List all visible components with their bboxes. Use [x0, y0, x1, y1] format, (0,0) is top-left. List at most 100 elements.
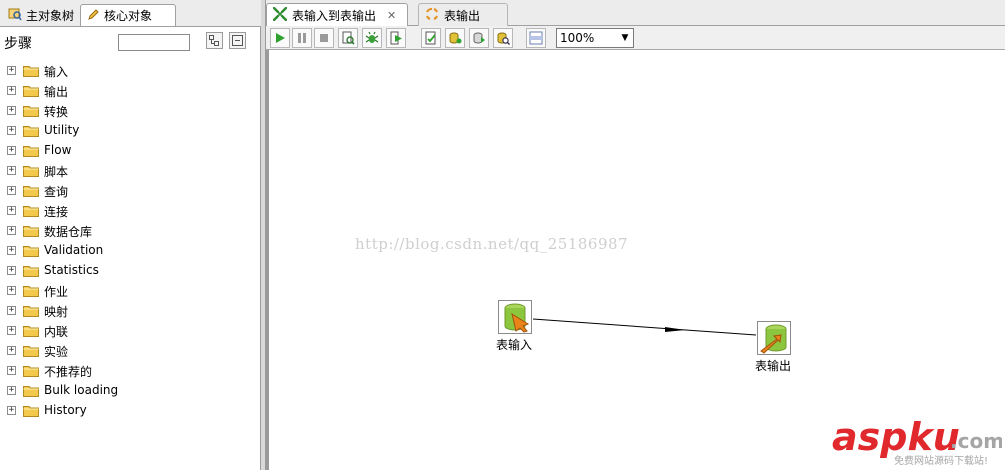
tree-item[interactable]: + Statistics: [0, 261, 260, 281]
expand-icon[interactable]: +: [7, 206, 16, 215]
verify-icon: [425, 31, 436, 45]
tree-item-label: Statistics: [44, 263, 99, 277]
folder-icon: [23, 284, 39, 300]
close-icon[interactable]: ✕: [387, 9, 396, 22]
editor-toolbar: 100% ▼: [266, 26, 1005, 50]
expand-icon[interactable]: +: [7, 326, 16, 335]
expand-icon[interactable]: +: [7, 86, 16, 95]
pause-icon: [298, 33, 306, 43]
expand-icon[interactable]: +: [7, 106, 16, 115]
tab-label: 核心对象: [104, 9, 153, 23]
tree-item-label: 脚本: [44, 165, 69, 179]
expand-icon[interactable]: +: [7, 246, 16, 255]
folder-icon: [23, 364, 39, 380]
tree-item[interactable]: + Flow: [0, 141, 260, 161]
tree-item[interactable]: + Bulk loading: [0, 381, 260, 401]
left-tab-bar: 主对象树 核心对象: [0, 0, 261, 27]
folder-icon: [23, 124, 39, 140]
folder-icon: [23, 404, 39, 420]
job-icon: [425, 7, 439, 24]
expand-icon[interactable]: +: [7, 226, 16, 235]
collapse-all-icon: [232, 35, 243, 46]
tree-item[interactable]: + 数据仓库: [0, 221, 260, 241]
tree-item-label: 转换: [44, 105, 69, 119]
expand-icon[interactable]: +: [7, 306, 16, 315]
logo-tagline: 免费网站源码下载站!: [894, 454, 988, 467]
folder-icon: [23, 84, 39, 100]
tree-item-label: Validation: [44, 243, 104, 257]
steps-search-input[interactable]: [118, 34, 190, 51]
steps-tree: + 输入 + 输出 + 转换 + Utility + Flow + 脚本 + 查询 + 连接 + 数据仓库 + Val…: [0, 61, 260, 421]
tree-item-label: 实验: [44, 345, 69, 359]
step-table-output[interactable]: [757, 321, 791, 355]
explore-db-button[interactable]: [493, 28, 513, 48]
expand-icon[interactable]: +: [7, 386, 16, 395]
expand-icon[interactable]: +: [7, 146, 16, 155]
expand-icon[interactable]: +: [7, 66, 16, 75]
debug-button[interactable]: [362, 28, 382, 48]
tree-item-label: 输出: [44, 85, 69, 99]
tree-item-label: 作业: [44, 285, 69, 299]
tab-label: 表输入到表输出: [292, 8, 377, 23]
expand-all-button[interactable]: [206, 32, 223, 49]
tree-item-label: 不推荐的: [44, 365, 93, 379]
transformation-canvas[interactable]: http://blog.csdn.net/qq_25186987 表输入 表输出: [266, 50, 1005, 470]
run-button[interactable]: [270, 28, 290, 48]
verify-button[interactable]: [421, 28, 441, 48]
stop-button[interactable]: [314, 28, 334, 48]
folder-icon: [23, 144, 39, 160]
tab-label: 主对象树: [26, 8, 75, 23]
explore-db-icon: [497, 32, 510, 45]
expand-icon[interactable]: +: [7, 266, 16, 275]
expand-icon[interactable]: +: [7, 126, 16, 135]
tree-item[interactable]: + 输出: [0, 81, 260, 101]
expand-icon[interactable]: +: [7, 366, 16, 375]
hop-layer: [532, 318, 757, 336]
step-table-input[interactable]: [498, 300, 532, 334]
tab-job[interactable]: 表输出: [418, 3, 508, 26]
zoom-select[interactable]: 100% ▼: [556, 28, 634, 48]
tree-item-label: 连接: [44, 205, 69, 219]
expand-icon[interactable]: +: [7, 166, 16, 175]
tab-transformation[interactable]: 表输入到表输出 ✕: [266, 3, 408, 26]
tree-item[interactable]: + 连接: [0, 201, 260, 221]
folder-icon: [23, 184, 39, 200]
expand-icon[interactable]: +: [7, 346, 16, 355]
folder-icon: [23, 64, 39, 80]
sql-button[interactable]: [469, 28, 489, 48]
tree-item[interactable]: + 映射: [0, 301, 260, 321]
folder-icon: [23, 324, 39, 340]
tree-item[interactable]: + 实验: [0, 341, 260, 361]
tree-item[interactable]: + 不推荐的: [0, 361, 260, 381]
expand-icon[interactable]: +: [7, 406, 16, 415]
run-icon: [276, 33, 285, 43]
tree-item[interactable]: + Validation: [0, 241, 260, 261]
tree-item[interactable]: + 查询: [0, 181, 260, 201]
impact-button[interactable]: [445, 28, 465, 48]
expand-icon[interactable]: +: [7, 286, 16, 295]
tab-label: 表输出: [444, 8, 481, 23]
table-output-icon: [757, 321, 791, 355]
expand-icon[interactable]: +: [7, 186, 16, 195]
tab-main-object-tree[interactable]: 主对象树: [2, 4, 80, 26]
tab-core-objects[interactable]: 核心对象: [80, 4, 176, 26]
replay-button[interactable]: [386, 28, 406, 48]
tree-item[interactable]: + 作业: [0, 281, 260, 301]
left-panel: 主对象树 核心对象 步骤 + 输入 + 输出 + 转换 + Utility + Flow + 脚本 + 查…: [0, 0, 261, 470]
preview-button[interactable]: [338, 28, 358, 48]
tree-item[interactable]: + History: [0, 401, 260, 421]
tree-item[interactable]: + 转换: [0, 101, 260, 121]
tree-item[interactable]: + 输入: [0, 61, 260, 81]
tree-item[interactable]: + Utility: [0, 121, 260, 141]
show-grid-button[interactable]: [526, 28, 546, 48]
stop-icon: [320, 34, 328, 42]
folder-icon: [23, 204, 39, 220]
step-label: 表输入: [496, 338, 533, 352]
folder-icon: [23, 244, 39, 260]
pause-button[interactable]: [292, 28, 312, 48]
tree-item[interactable]: + 内联: [0, 321, 260, 341]
tree-item[interactable]: + 脚本: [0, 161, 260, 181]
tree-item-label: History: [44, 403, 87, 417]
collapse-all-button[interactable]: [229, 32, 246, 49]
chevron-down-icon[interactable]: ▼: [617, 29, 633, 47]
